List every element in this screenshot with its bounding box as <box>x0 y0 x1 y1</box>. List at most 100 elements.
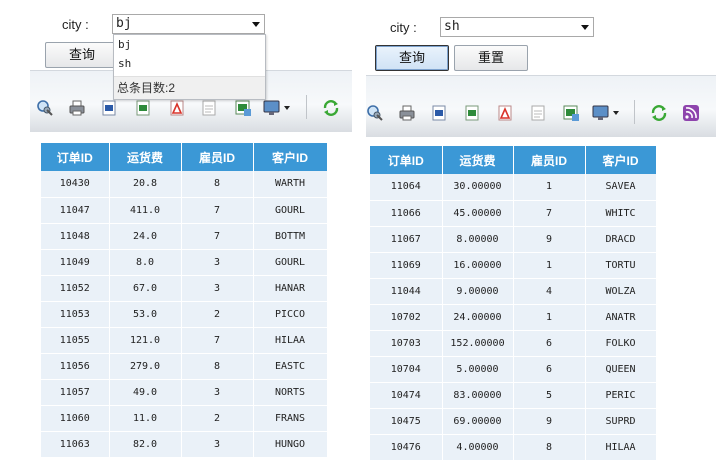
header-customer-id[interactable]: 客户ID <box>585 146 657 174</box>
query-button[interactable]: 查询 <box>45 42 119 68</box>
rss-icon[interactable] <box>682 104 700 122</box>
cell-freight: 67.0 <box>109 275 182 302</box>
dropdown-option-bj[interactable]: bj <box>114 35 265 54</box>
cell-order-id: 11044 <box>370 278 443 305</box>
word-export-icon[interactable] <box>430 104 448 122</box>
table-row[interactable]: 10474 83.00000 5 PERIC <box>370 382 657 409</box>
cell-customer-id: DRACD <box>585 226 657 253</box>
cell-freight: 11.0 <box>109 405 182 432</box>
cell-freight: 121.0 <box>109 327 182 354</box>
cell-order-id: 11055 <box>41 327 110 354</box>
cell-order-id: 10703 <box>370 330 443 357</box>
table-row[interactable]: 11047 411.0 7 GOURL <box>41 197 328 224</box>
cell-customer-id: ANATR <box>585 304 657 331</box>
cell-employee-id: 1 <box>513 174 586 201</box>
table-row[interactable]: 11064 30.00000 1 SAVEA <box>370 174 657 201</box>
zoom-icon[interactable] <box>366 104 384 122</box>
cell-freight: 45.00000 <box>442 200 514 227</box>
dropdown-total-count: 总条目数:2 <box>114 76 265 99</box>
table-row[interactable]: 11066 45.00000 7 WHITC <box>370 200 657 227</box>
excel-image-export-icon[interactable] <box>234 99 252 117</box>
zoom-icon[interactable] <box>36 99 54 117</box>
cell-freight: 5.00000 <box>442 356 514 383</box>
cell-customer-id: GOURL <box>253 197 328 224</box>
cell-freight: 53.0 <box>109 301 182 328</box>
excel-export-icon[interactable] <box>134 99 152 117</box>
header-freight[interactable]: 运货费 <box>442 146 514 174</box>
cell-employee-id: 2 <box>181 405 254 432</box>
cell-employee-id: 9 <box>513 408 586 435</box>
table-row[interactable]: 11063 82.0 3 HUNGO <box>41 431 328 458</box>
table-row[interactable]: 10475 69.00000 9 SUPRD <box>370 408 657 435</box>
cell-freight: 24.00000 <box>442 304 514 331</box>
header-employee-id[interactable]: 雇员ID <box>181 143 254 171</box>
cell-order-id: 11056 <box>41 353 110 380</box>
cell-employee-id: 7 <box>513 200 586 227</box>
pdf-export-icon[interactable] <box>168 99 186 117</box>
cell-employee-id: 7 <box>181 223 254 250</box>
table-body: 10430 20.8 8 WARTH 11047 411.0 7 GOURL 11048 24.0… <box>41 171 328 458</box>
city-select[interactable]: sh <box>440 17 594 37</box>
cell-order-id: 11052 <box>41 275 110 302</box>
cell-employee-id: 2 <box>181 301 254 328</box>
table-row[interactable]: 11056 279.0 8 EASTC <box>41 353 328 380</box>
chevron-down-icon[interactable] <box>252 22 260 27</box>
text-export-icon[interactable] <box>529 104 547 122</box>
table-row[interactable]: 11044 9.00000 4 WOLZA <box>370 278 657 305</box>
cell-freight: 8.00000 <box>442 226 514 253</box>
city-label: city : <box>390 20 417 35</box>
reset-button[interactable]: 重置 <box>454 45 528 71</box>
dropdown-option-sh[interactable]: sh <box>114 54 265 73</box>
excel-export-icon[interactable] <box>463 104 481 122</box>
refresh-icon[interactable] <box>322 99 340 117</box>
table-row[interactable]: 10703 152.00000 6 FOLKO <box>370 330 657 357</box>
refresh-icon[interactable] <box>650 104 668 122</box>
table-header-row: 订单ID 运货费 雇员ID 客户ID <box>370 146 657 174</box>
screen-menu-icon[interactable] <box>592 104 622 122</box>
table-row[interactable]: 11067 8.00000 9 DRACD <box>370 226 657 253</box>
word-export-icon[interactable] <box>100 99 118 117</box>
city-select[interactable]: bj <box>112 14 265 34</box>
table-row[interactable]: 11057 49.0 3 NORTS <box>41 379 328 406</box>
header-freight[interactable]: 运货费 <box>109 143 182 171</box>
table-row[interactable]: 11052 67.0 3 HANAR <box>41 275 328 302</box>
cell-freight: 8.0 <box>109 249 182 276</box>
header-order-id[interactable]: 订单ID <box>41 143 110 171</box>
table-row[interactable]: 11049 8.0 3 GOURL <box>41 249 328 276</box>
print-icon[interactable] <box>398 104 416 122</box>
table-row[interactable]: 10476 4.00000 8 HILAA <box>370 434 657 461</box>
table-row[interactable]: 11069 16.00000 1 TORTU <box>370 252 657 279</box>
cell-order-id: 11049 <box>41 249 110 276</box>
table-row[interactable]: 11060 11.0 2 FRANS <box>41 405 328 432</box>
cell-order-id: 10430 <box>41 171 110 198</box>
table-row[interactable]: 10702 24.00000 1 ANATR <box>370 304 657 331</box>
excel-image-export-icon[interactable] <box>562 104 580 122</box>
query-button[interactable]: 查询 <box>375 45 449 71</box>
cell-freight: 411.0 <box>109 197 182 224</box>
cell-order-id: 11047 <box>41 197 110 224</box>
print-icon[interactable] <box>68 99 86 117</box>
table-header-row: 订单ID 运货费 雇员ID 客户ID <box>41 143 328 171</box>
cell-employee-id: 8 <box>181 353 254 380</box>
cell-employee-id: 3 <box>181 249 254 276</box>
table-row[interactable]: 10430 20.8 8 WARTH <box>41 171 328 198</box>
cell-order-id: 11063 <box>41 431 110 458</box>
table-row[interactable]: 11053 53.0 2 PICCO <box>41 301 328 328</box>
table-row[interactable]: 10704 5.00000 6 QUEEN <box>370 356 657 383</box>
cell-employee-id: 7 <box>181 197 254 224</box>
cell-freight: 4.00000 <box>442 434 514 461</box>
text-export-icon[interactable] <box>200 99 218 117</box>
table-row[interactable]: 11055 121.0 7 HILAA <box>41 327 328 354</box>
city-select-value: sh <box>444 19 460 34</box>
table-row[interactable]: 11048 24.0 7 BOTTM <box>41 223 328 250</box>
left-report-panel: city : bj 查询 订单ID 运货费 雇员ID 客户ID 10430 20… <box>0 0 360 469</box>
cell-order-id: 10704 <box>370 356 443 383</box>
header-order-id[interactable]: 订单ID <box>370 146 443 174</box>
chevron-down-icon[interactable] <box>581 25 589 30</box>
header-customer-id[interactable]: 客户ID <box>253 143 328 171</box>
cell-order-id: 11069 <box>370 252 443 279</box>
header-employee-id[interactable]: 雇员ID <box>513 146 586 174</box>
cell-freight: 30.00000 <box>442 174 514 201</box>
pdf-export-icon[interactable] <box>496 104 514 122</box>
screen-menu-icon[interactable] <box>263 99 293 117</box>
